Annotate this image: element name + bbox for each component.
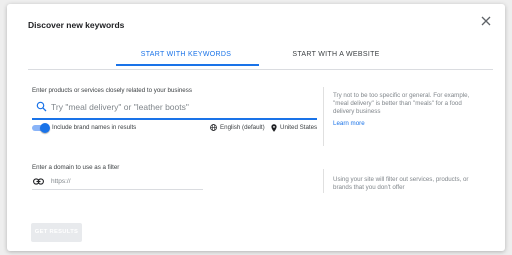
brand-names-toggle-label: Include brand names in results — [52, 124, 137, 131]
keyword-search-input[interactable]: Try "meal delivery" or "leather boots" — [32, 98, 317, 120]
globe-icon — [210, 124, 217, 131]
domain-placeholder: https:// — [51, 178, 71, 185]
search-icon — [36, 101, 47, 112]
learn-more-link[interactable]: Learn more — [333, 120, 365, 127]
domain-section-label: Enter a domain to use as a filter — [32, 164, 120, 171]
tab-start-with-website[interactable]: START WITH A WEBSITE — [266, 48, 406, 68]
location-value: United States — [280, 124, 318, 131]
keywords-hint: Try not to be too specific or general. F… — [333, 92, 470, 116]
link-icon — [33, 178, 44, 185]
keywords-section-label: Enter products or services closely relat… — [32, 87, 192, 94]
keywords-hint-divider — [323, 87, 324, 146]
domain-hint: Using your site will filter out services… — [333, 176, 469, 192]
discover-keywords-dialog: Discover new keywords START WITH KEYWORD… — [7, 4, 505, 251]
dialog-title: Discover new keywords — [28, 20, 125, 30]
language-value: English (default) — [220, 124, 265, 131]
domain-filter-input[interactable]: https:// — [32, 177, 203, 190]
tab-bar: START WITH KEYWORDS START WITH A WEBSITE — [111, 48, 411, 70]
domain-hint-divider — [323, 169, 324, 193]
tabs-divider — [28, 69, 493, 70]
close-icon[interactable] — [479, 14, 493, 28]
get-results-button[interactable]: GET RESULTS — [31, 223, 82, 242]
search-placeholder: Try "meal delivery" or "leather boots" — [51, 102, 189, 112]
brand-names-toggle[interactable] — [32, 123, 50, 133]
location-pin-icon — [271, 124, 277, 132]
toggle-thumb — [40, 123, 50, 133]
active-tab-indicator — [116, 64, 259, 66]
